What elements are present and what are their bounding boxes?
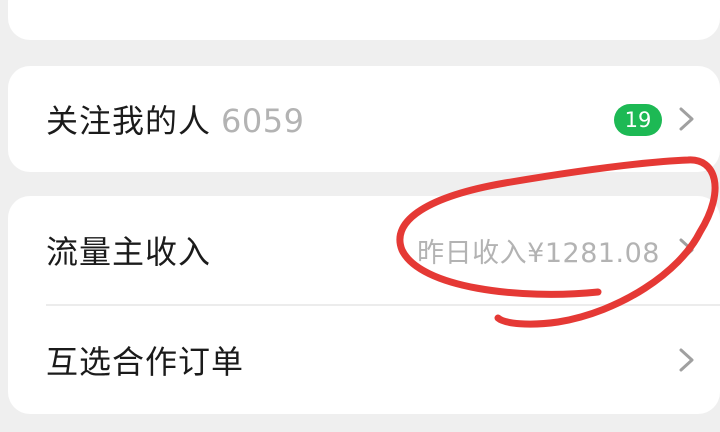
followers-card: 关注我的人 6059 19 — [8, 66, 720, 172]
chevron-right-icon — [679, 348, 694, 372]
orders-row[interactable]: 互选合作订单 — [8, 306, 720, 414]
new-followers-badge: 19 — [614, 104, 662, 136]
chevron-right-icon — [679, 238, 694, 262]
yesterday-income: 昨日收入¥1281.08 — [417, 237, 660, 269]
income-label: 流量主收入 — [46, 233, 212, 271]
followers-title: 关注我的人 6059 — [46, 96, 304, 142]
chevron-right-icon — [679, 107, 694, 131]
income-row[interactable]: 流量主收入 昨日收入¥1281.08 — [8, 196, 720, 304]
followers-count: 6059 — [221, 102, 305, 140]
orders-label: 互选合作订单 — [46, 343, 245, 381]
followers-row[interactable]: 关注我的人 6059 19 — [8, 66, 720, 172]
followers-label: 关注我的人 — [46, 102, 212, 140]
top-card — [8, 0, 720, 40]
income-card: 流量主收入 昨日收入¥1281.08 互选合作订单 — [8, 196, 720, 414]
